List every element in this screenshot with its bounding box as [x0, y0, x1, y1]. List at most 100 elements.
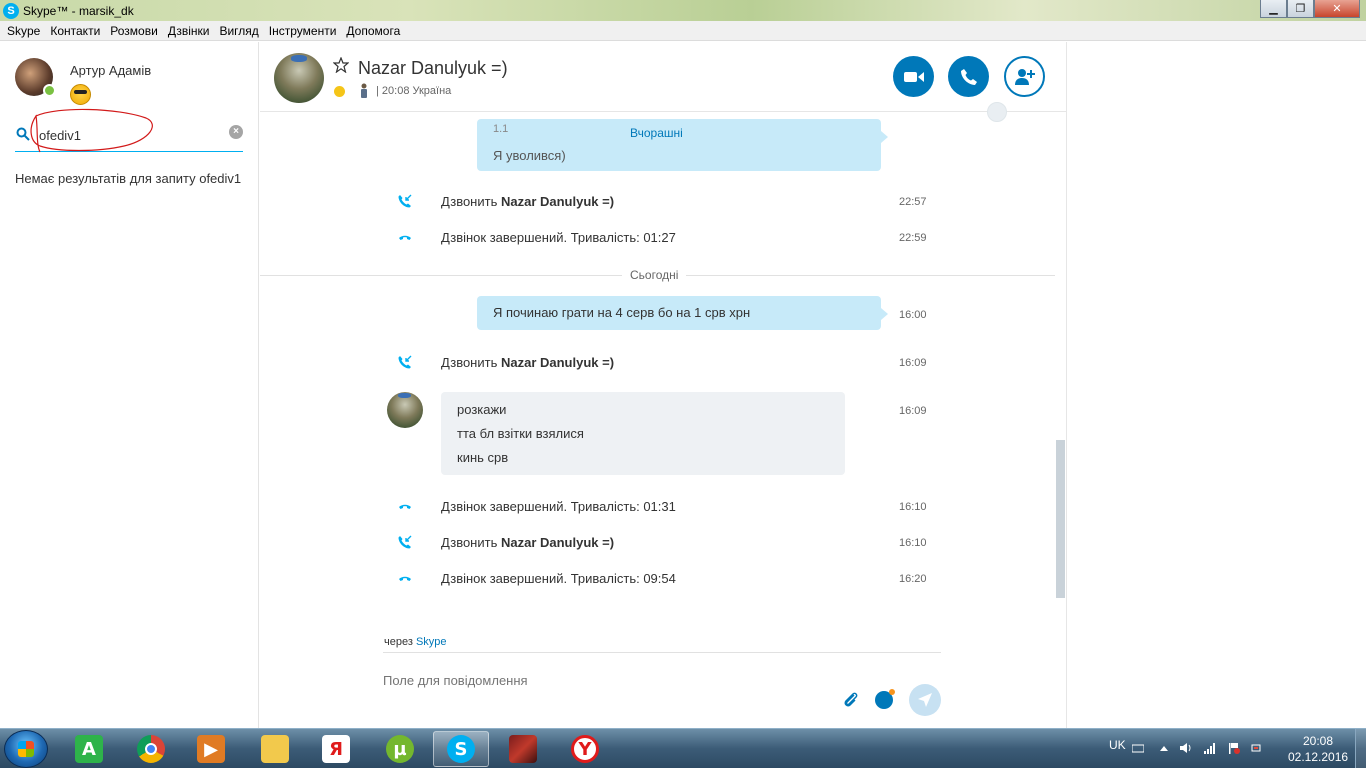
- clock-time: 20:08: [1302, 734, 1334, 748]
- call-event-text: Дзвінок завершений. Тривалість: 01:31: [441, 498, 676, 514]
- taskbar-app-image[interactable]: [495, 731, 551, 767]
- contact-avatar[interactable]: [274, 53, 324, 103]
- incoming-message-line: тта бл взітки взялися: [457, 426, 584, 441]
- window-title: Skype™ - marsik_dk: [23, 3, 134, 18]
- menu-conversations[interactable]: Розмови: [105, 24, 163, 38]
- language-indicator[interactable]: UK: [1109, 738, 1126, 752]
- contact-name[interactable]: Nazar Danulyuk =): [358, 58, 508, 79]
- send-button[interactable]: [909, 684, 941, 716]
- menu-contacts[interactable]: Контакти: [45, 24, 105, 38]
- caller-name[interactable]: Nazar Danulyuk =): [501, 194, 614, 209]
- incoming-message-line: кинь срв: [457, 450, 509, 465]
- date-separator-yesterday: Вчорашні: [628, 126, 685, 140]
- taskbar-app-media-player[interactable]: ▶: [183, 731, 239, 767]
- maximize-button[interactable]: ❐: [1287, 0, 1314, 18]
- favorite-star-icon[interactable]: [333, 57, 349, 73]
- profile-name[interactable]: Артур Адамів: [70, 63, 151, 78]
- send-icon: [918, 693, 932, 707]
- start-button[interactable]: [4, 730, 48, 768]
- close-button[interactable]: ✕: [1314, 0, 1360, 18]
- message-scrollbar[interactable]: [1056, 440, 1065, 598]
- add-people-button[interactable]: [1004, 56, 1045, 97]
- message-time: 16:09: [899, 357, 927, 369]
- call-event-row: Дзвонить Nazar Danulyuk =): [398, 532, 928, 552]
- clear-search-icon[interactable]: ×: [229, 125, 243, 139]
- call-event-row: Дзвінок завершений. Тривалість: 01:31: [398, 496, 928, 516]
- video-call-button[interactable]: [893, 56, 934, 97]
- sender-avatar[interactable]: [387, 392, 423, 428]
- action-center-flag-icon[interactable]: [1228, 742, 1240, 754]
- yandex-browser-icon: Y: [571, 735, 599, 763]
- call-ended-icon: [399, 576, 411, 581]
- menu-skype[interactable]: Skype: [2, 24, 45, 38]
- taskbar-app-yandex[interactable]: Я: [308, 731, 364, 767]
- clock-icon: [334, 85, 345, 97]
- call-event-prefix: Дзвонить: [441, 354, 501, 370]
- green-a-app-icon: A: [75, 735, 103, 763]
- voice-call-button[interactable]: [948, 56, 989, 97]
- emoticon-icon[interactable]: [875, 689, 895, 709]
- paperclip-icon[interactable]: [842, 691, 860, 709]
- menu-tools[interactable]: Інструменти: [264, 24, 342, 38]
- yandex-icon: Я: [322, 735, 350, 763]
- volume-icon[interactable]: [1180, 742, 1192, 754]
- compose-divider: [383, 652, 941, 653]
- contact-local-time: | 20:08 Україна: [376, 85, 452, 97]
- power-icon[interactable]: [1250, 742, 1262, 754]
- window-titlebar: S Skype™ - marsik_dk ▁ ❐ ✕: [0, 0, 1366, 21]
- message-time: 22:59: [899, 232, 927, 244]
- incoming-message: розкажи тта бл взітки взялися кинь срв: [441, 392, 845, 475]
- menu-calls[interactable]: Дзвінки: [163, 24, 215, 38]
- incoming-call-icon: [398, 355, 412, 369]
- call-event-prefix: Дзвонить: [441, 534, 501, 550]
- taskbar-app-utorrent[interactable]: µ: [372, 731, 428, 767]
- taskbar-clock[interactable]: 20:08 02.12.2016: [1288, 733, 1348, 765]
- video-camera-icon: [903, 71, 924, 82]
- show-hidden-icons-icon[interactable]: [1158, 742, 1170, 754]
- skype-icon: S: [447, 735, 475, 763]
- call-event-text: Дзвінок завершений. Тривалість: 09:54: [441, 570, 676, 586]
- taskbar-app-skype[interactable]: S: [433, 731, 489, 767]
- contact-subline: | 20:08 Україна: [334, 83, 451, 99]
- call-event-row: Дзвонить Nazar Danulyuk =): [398, 352, 928, 372]
- network-signal-icon[interactable]: [1204, 742, 1216, 754]
- message-history: 1.1 Я уволився) Вчорашні Дзвонить Nazar …: [260, 113, 1066, 633]
- via-skype-link[interactable]: Skype: [416, 636, 447, 648]
- outgoing-message: Я починаю грати на 4 серв бо на 1 срв хр…: [477, 296, 888, 330]
- menu-view[interactable]: Вигляд: [214, 24, 263, 38]
- person-icon: [361, 83, 367, 98]
- incoming-call-icon: [398, 194, 412, 208]
- call-event-row: Дзвінок завершений. Тривалість: 01:27: [398, 227, 928, 247]
- taskbar-app-explorer[interactable]: [247, 731, 303, 767]
- caller-name[interactable]: Nazar Danulyuk =): [501, 535, 614, 550]
- utorrent-icon: µ: [386, 735, 414, 763]
- clock-date: 02.12.2016: [1288, 750, 1349, 764]
- keyboard-icon[interactable]: [1132, 742, 1144, 754]
- mood-emoticon-icon[interactable]: [70, 84, 91, 105]
- folder-icon: [261, 735, 289, 763]
- online-status-icon[interactable]: [43, 84, 56, 97]
- show-desktop-button[interactable]: [1355, 729, 1366, 768]
- message-time: 22:57: [899, 196, 927, 208]
- message-time: 16:10: [899, 501, 927, 513]
- via-skype-label: через Skype: [384, 636, 447, 648]
- message-time: 16:20: [899, 573, 927, 585]
- taskbar-app-chrome[interactable]: [123, 731, 179, 767]
- chrome-icon: [137, 735, 165, 763]
- menu-help[interactable]: Допомога: [341, 24, 405, 38]
- add-person-icon: [1014, 68, 1035, 85]
- caller-name[interactable]: Nazar Danulyuk =): [501, 355, 614, 370]
- date-separator-today: Сьогодні: [622, 268, 687, 282]
- skype-logo-icon: S: [3, 2, 19, 19]
- outgoing-message-text: Я починаю грати на 4 серв бо на 1 срв хр…: [493, 305, 751, 320]
- taskbar-app-yandex-browser[interactable]: Y: [557, 731, 613, 767]
- message-input[interactable]: [383, 670, 803, 690]
- phone-icon: [960, 68, 977, 85]
- message-time: 16:09: [899, 405, 927, 417]
- minimize-button[interactable]: ▁: [1260, 0, 1287, 18]
- call-event-text: Дзвонить Nazar Danulyuk =): [441, 355, 614, 370]
- incoming-call-icon: [398, 535, 412, 549]
- search-input[interactable]: [39, 124, 219, 146]
- call-ended-icon: [399, 504, 411, 509]
- taskbar-app-green-a[interactable]: A: [61, 731, 117, 767]
